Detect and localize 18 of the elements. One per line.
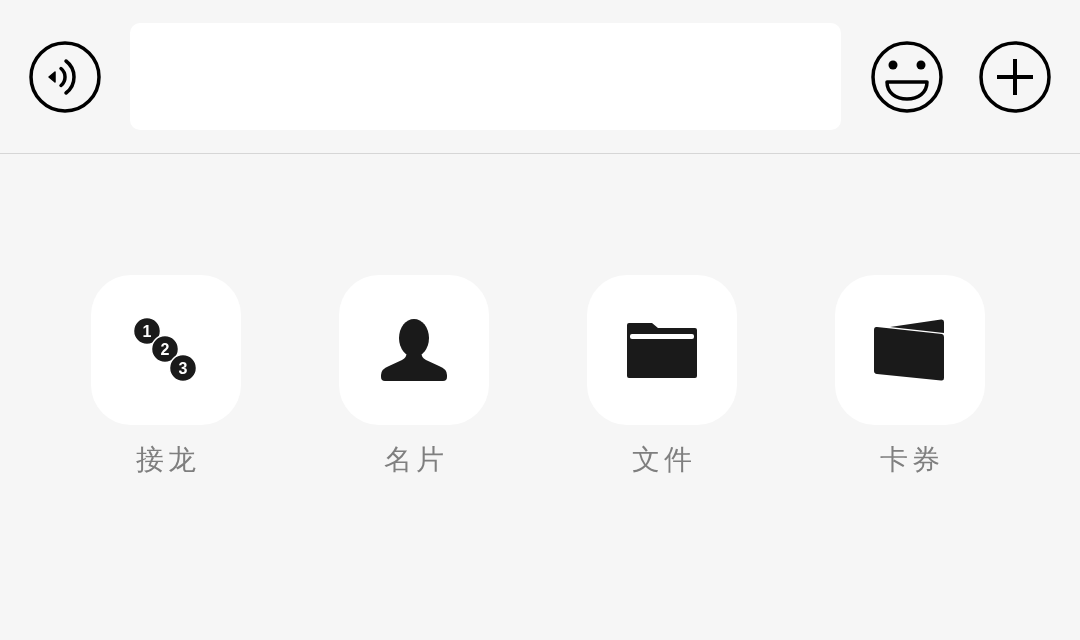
card-icon [874, 319, 946, 381]
feature-label: 接龙 [135, 443, 200, 477]
feature-label: 卡券 [879, 443, 944, 477]
emoji-button[interactable] [871, 40, 943, 113]
add-button[interactable] [979, 40, 1051, 113]
number-badge: 3 [168, 353, 198, 383]
folder-icon [627, 322, 697, 378]
feature-label: 文件 [631, 443, 696, 477]
feature-tile[interactable] [587, 275, 737, 425]
feature-label: 名片 [383, 443, 448, 477]
plus-icon [979, 40, 1051, 113]
speaker-waves-icon [29, 40, 101, 113]
feature-tile[interactable] [339, 275, 489, 425]
voice-button[interactable] [29, 40, 101, 113]
person-icon [381, 319, 447, 381]
feature-tile[interactable] [835, 275, 985, 425]
smiley-icon [871, 40, 943, 113]
feature-tile[interactable]: 1 2 3 [91, 275, 241, 425]
